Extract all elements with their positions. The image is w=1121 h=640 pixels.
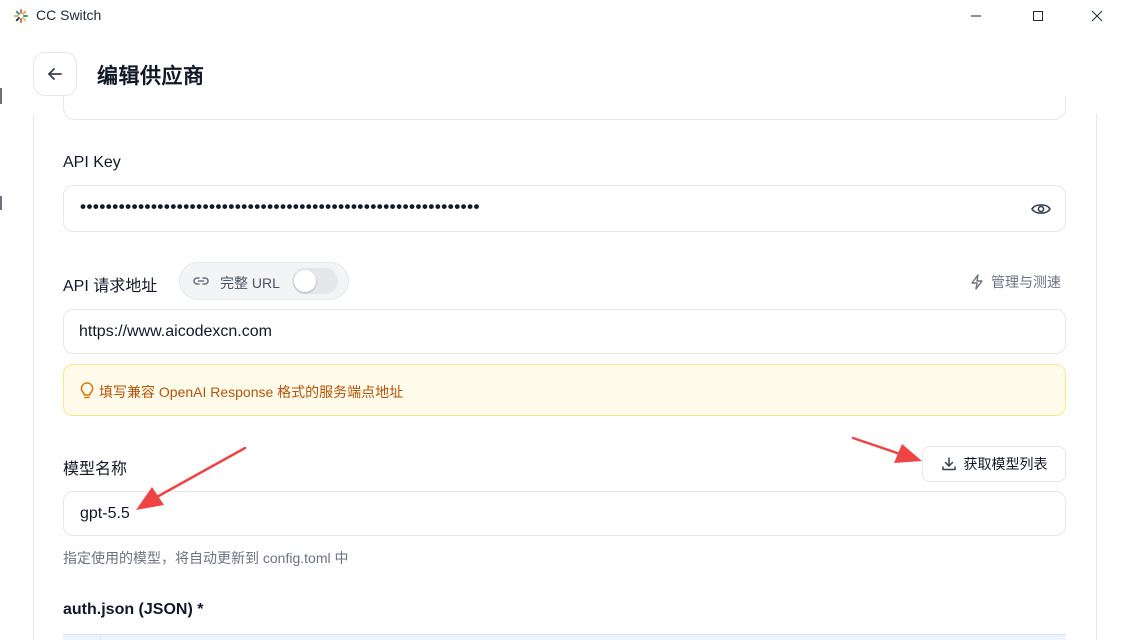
- full-url-toggle-chip[interactable]: 完整 URL: [179, 262, 349, 300]
- app-title: CC Switch: [36, 7, 102, 23]
- eye-icon[interactable]: [1031, 200, 1051, 218]
- minimize-button[interactable]: [953, 0, 999, 32]
- lightning-icon: [971, 274, 983, 290]
- hint-text: 填写兼容 OpenAI Response 格式的服务端点地址: [99, 384, 404, 400]
- fetch-model-list-label: 获取模型列表: [963, 456, 1048, 472]
- maximize-icon: [1033, 11, 1043, 21]
- page-title: 编辑供应商: [97, 65, 205, 88]
- lightbulb-icon: [80, 382, 94, 399]
- full-url-switch[interactable]: [292, 268, 338, 294]
- api-url-value: https://www.aicodexcn.com: [79, 323, 272, 340]
- title-bar: CC Switch: [0, 0, 1121, 32]
- window-edge-mark: [0, 196, 2, 210]
- close-icon: [1091, 10, 1103, 22]
- app-logo-icon: [14, 9, 28, 23]
- manage-speedtest-label: 管理与测速: [991, 274, 1061, 290]
- window-edge-mark: [0, 88, 2, 104]
- api-url-label: API 请求地址: [63, 278, 158, 295]
- close-button[interactable]: [1074, 0, 1120, 32]
- editor-gutter: [63, 635, 101, 640]
- auth-json-label: auth.json (JSON) *: [63, 601, 204, 618]
- api-key-value: ••••••••••••••••••••••••••••••••••••••••…: [80, 197, 481, 216]
- maximize-button[interactable]: [1015, 0, 1061, 32]
- switch-knob: [294, 270, 316, 292]
- arrow-left-icon: [48, 68, 62, 80]
- api-url-input[interactable]: https://www.aicodexcn.com: [63, 309, 1066, 354]
- model-value: gpt-5.5: [80, 505, 130, 522]
- api-url-hint: 填写兼容 OpenAI Response 格式的服务端点地址: [63, 364, 1066, 416]
- download-icon: [941, 457, 956, 471]
- full-url-label: 完整 URL: [220, 275, 280, 291]
- model-helper-text: 指定使用的模型，将自动更新到 config.toml 中: [63, 550, 349, 566]
- previous-field-bottom[interactable]: [63, 96, 1066, 120]
- minimize-icon: [971, 15, 981, 17]
- auth-json-editor[interactable]: [63, 634, 1066, 640]
- model-input[interactable]: gpt-5.5: [63, 491, 1066, 536]
- api-key-label: API Key: [63, 154, 121, 171]
- manage-speedtest-link[interactable]: 管理与测速: [969, 272, 1061, 292]
- back-button[interactable]: [33, 52, 77, 96]
- fetch-model-list-button[interactable]: 获取模型列表: [922, 446, 1066, 482]
- model-label: 模型名称: [63, 461, 128, 478]
- api-key-input[interactable]: ••••••••••••••••••••••••••••••••••••••••…: [63, 185, 1066, 232]
- link-icon: [193, 277, 209, 285]
